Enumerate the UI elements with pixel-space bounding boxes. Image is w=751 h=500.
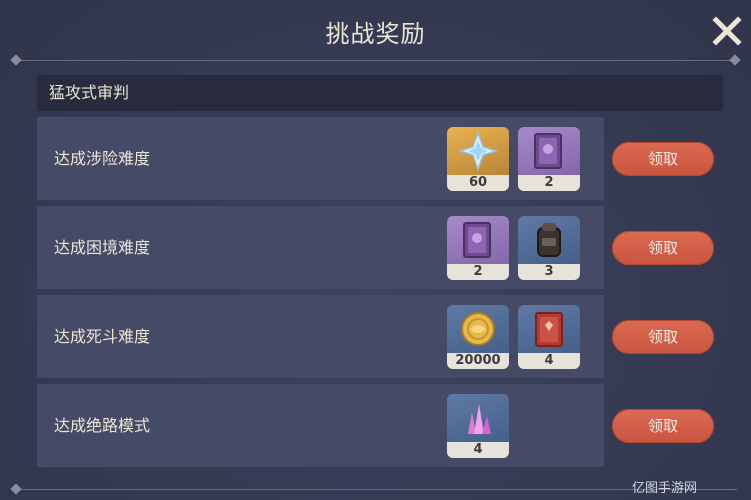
reward-item[interactable]: 60 [447,127,509,191]
reward-count: 3 [518,264,580,280]
reward-item[interactable]: 4 [447,394,509,458]
reward-count: 20000 [447,353,509,369]
close-button[interactable] [710,14,744,48]
red-book-icon [518,305,580,353]
mora-coin-icon [447,305,509,353]
reward-item[interactable]: 2 [518,127,580,191]
row-label: 达成死斗难度 [54,327,151,346]
reward-count: 4 [518,353,580,369]
primogem-icon [447,127,509,175]
reward-item[interactable]: 20000 [447,305,509,369]
reward-window: 挑战奖励 猛攻式审判 达成涉险难度 60 2 领取 达成困境难度 2 3 领取 … [0,0,751,500]
claim-button[interactable]: 领取 [612,409,714,443]
reward-count: 2 [518,175,580,191]
window-title: 挑战奖励 [325,20,426,48]
row-label: 达成绝路模式 [54,416,151,435]
crystal-icon [447,394,509,442]
section-header: 猛攻式审判 [37,75,723,111]
close-x-icon [712,16,742,46]
reward-row: 达成涉险难度 60 2 领取 [37,117,723,200]
reward-row: 达成困境难度 2 3 领取 [37,206,723,289]
claim-button[interactable]: 领取 [612,320,714,354]
backpack-icon [518,216,580,264]
reward-count: 2 [447,264,509,280]
purple-book-icon [447,216,509,264]
purple-book-icon [518,127,580,175]
top-divider [14,60,737,61]
row-label: 达成涉险难度 [54,149,151,168]
claim-button[interactable]: 领取 [612,231,714,265]
reward-item[interactable]: 3 [518,216,580,280]
row-label: 达成困境难度 [54,238,151,257]
reward-row: 达成绝路模式 4 领取 [37,384,723,467]
reward-count: 4 [447,442,509,458]
bottom-divider [14,489,737,490]
reward-row: 达成死斗难度 20000 4 领取 [37,295,723,378]
watermark: 亿图手游网 [632,481,698,496]
claim-button[interactable]: 领取 [612,142,714,176]
reward-count: 60 [447,175,509,191]
reward-item[interactable]: 2 [447,216,509,280]
reward-item[interactable]: 4 [518,305,580,369]
